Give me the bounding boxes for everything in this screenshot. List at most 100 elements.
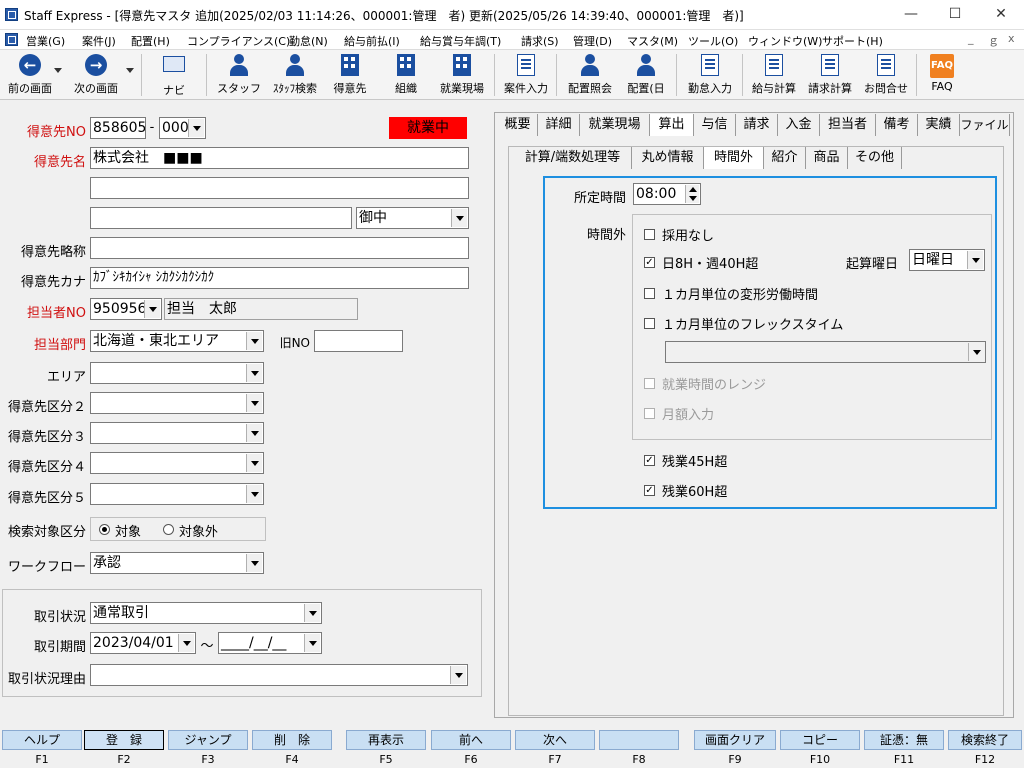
chevron-down-icon[interactable]	[246, 454, 262, 472]
customer-no-input[interactable]: 858605	[90, 117, 146, 139]
staff-search-button[interactable]: ｽﾀｯﾌ検索	[266, 52, 324, 98]
f8-blank-button[interactable]	[599, 730, 679, 750]
chevron-down-icon[interactable]	[246, 424, 262, 442]
regular-hours-spinner[interactable]: 08:00	[633, 183, 701, 205]
billing-calc-button[interactable]: 請求計算	[802, 52, 858, 98]
menu-item-sales[interactable]: 営業(G)	[26, 33, 65, 49]
menu-item-window[interactable]: ウィンドウ(W)	[748, 33, 822, 49]
customer-button[interactable]: 得意先	[326, 52, 374, 98]
tab-payment[interactable]: 入金	[778, 114, 820, 136]
worksite-button[interactable]: 就業現場	[434, 52, 490, 98]
opt-none-checkbox[interactable]	[644, 229, 655, 240]
f11-voucher-button[interactable]: 証憑：無	[864, 730, 944, 750]
f10-copy-button[interactable]: コピー	[780, 730, 860, 750]
cat4-select[interactable]	[90, 452, 264, 474]
opt-monthly-variable-label[interactable]: １カ月単位の変形労働時間	[662, 284, 818, 303]
trade-to-date[interactable]: ____/__/__	[218, 632, 322, 654]
search-target-on-label[interactable]: 対象	[115, 521, 141, 540]
next-screen-button[interactable]: → 次の画面	[68, 52, 124, 98]
tab-product[interactable]: 商品	[806, 147, 848, 169]
customer-name-input[interactable]: 株式会社 ■■■	[90, 147, 469, 169]
menu-item-salary-advance[interactable]: 給与前払(I)	[344, 33, 400, 49]
flex-option-select[interactable]	[665, 341, 986, 363]
faq-button[interactable]: FAQ FAQ	[920, 52, 964, 98]
f6-previous-button[interactable]: 前へ	[431, 730, 511, 750]
menu-item-payroll[interactable]: 給与賞与年調(T)	[420, 33, 501, 49]
workflow-select[interactable]: 承認	[90, 552, 264, 574]
f3-jump-button[interactable]: ジャンプ	[168, 730, 248, 750]
f5-refresh-button[interactable]: 再表示	[346, 730, 426, 750]
ot60-checkbox[interactable]: ✓	[644, 485, 655, 496]
honorific-select[interactable]: 御中	[356, 207, 469, 229]
f1-help-button[interactable]: ヘルプ	[2, 730, 82, 750]
ot60-label[interactable]: 残業60H超	[662, 481, 727, 500]
chevron-down-icon[interactable]	[451, 209, 467, 227]
ot45-checkbox[interactable]: ✓	[644, 455, 655, 466]
tab-detail[interactable]: 詳細	[538, 114, 580, 136]
navi-button[interactable]: ナビ	[150, 52, 198, 98]
job-entry-button[interactable]: 案件入力	[498, 52, 554, 98]
abbr-input[interactable]	[90, 237, 469, 259]
trade-reason-select[interactable]	[90, 664, 468, 686]
chevron-down-icon[interactable]	[246, 364, 262, 382]
tab-notes[interactable]: 備考	[876, 114, 918, 136]
opt-8h40h-label[interactable]: 日8H・週40H超	[662, 253, 758, 272]
contact-button[interactable]: お問合せ	[858, 52, 914, 98]
area-select[interactable]	[90, 362, 264, 384]
payroll-calc-button[interactable]: 給与計算	[746, 52, 802, 98]
f7-next-button[interactable]: 次へ	[515, 730, 595, 750]
tab-credit[interactable]: 与信	[694, 114, 736, 136]
menu-item-billing[interactable]: 請求(S)	[521, 33, 559, 49]
tab-results[interactable]: 実績	[918, 114, 960, 136]
chevron-down-icon[interactable]	[304, 604, 320, 622]
tab-billing[interactable]: 請求	[736, 114, 778, 136]
cat5-select[interactable]	[90, 483, 264, 505]
menu-item-admin[interactable]: 管理(D)	[573, 33, 612, 49]
mdi-close-button[interactable]: x	[1008, 32, 1015, 45]
opt-8h40h-checkbox[interactable]: ✓	[644, 257, 655, 268]
f4-delete-button[interactable]: 削 除	[252, 730, 332, 750]
chevron-down-icon[interactable]	[246, 554, 262, 572]
next-dropdown-icon[interactable]	[126, 68, 134, 73]
opt-none-label[interactable]: 採用なし	[662, 225, 714, 244]
spinner-arrows-icon[interactable]	[685, 185, 699, 203]
chevron-down-icon[interactable]	[967, 251, 983, 269]
chevron-down-icon[interactable]	[188, 119, 204, 137]
tab-overtime[interactable]: 時間外	[704, 147, 764, 169]
mdi-minimize-button[interactable]: _	[968, 32, 974, 45]
menu-item-attendance[interactable]: 勤怠(N)	[289, 33, 328, 49]
tab-calculation[interactable]: 算出	[650, 114, 694, 136]
tab-worksite[interactable]: 就業現場	[580, 114, 650, 136]
menu-item-tools[interactable]: ツール(O)	[688, 33, 738, 49]
search-target-on-radio[interactable]	[99, 524, 110, 535]
menu-item-jobs[interactable]: 案件(J)	[82, 33, 116, 49]
prev-dropdown-icon[interactable]	[54, 68, 62, 73]
minimize-button[interactable]: —	[888, 0, 934, 28]
tab-overview[interactable]: 概要	[498, 114, 538, 136]
menu-item-master[interactable]: マスタ(M)	[627, 33, 678, 49]
cat2-select[interactable]	[90, 392, 264, 414]
opt-monthly-flex-label[interactable]: １カ月単位のフレックスタイム	[662, 314, 843, 333]
tab-referral[interactable]: 紹介	[764, 147, 806, 169]
dept-select[interactable]: 北海道・東北エリア	[90, 330, 264, 352]
cat3-select[interactable]	[90, 422, 264, 444]
chevron-down-icon[interactable]	[450, 666, 466, 684]
chevron-down-icon[interactable]	[968, 343, 984, 361]
tab-other[interactable]: その他	[848, 147, 902, 169]
prev-screen-button[interactable]: ← 前の画面	[2, 52, 58, 98]
organization-button[interactable]: 組織	[382, 52, 430, 98]
old-no-input[interactable]	[314, 330, 403, 352]
trade-status-select[interactable]: 通常取引	[90, 602, 322, 624]
kana-input[interactable]: ｶﾌﾞｼｷｶｲｼｬ ｼｶｸｼｶｸｼｶｸ	[90, 267, 469, 289]
trade-from-date[interactable]: 2023/04/01	[90, 632, 196, 654]
chevron-down-icon[interactable]	[144, 300, 160, 318]
maximize-button[interactable]: ☐	[932, 0, 978, 28]
ot45-label[interactable]: 残業45H超	[662, 451, 727, 470]
assignment-day-button[interactable]: 配置(日	[622, 52, 670, 98]
mdi-restore-button[interactable]: ｇ	[988, 32, 999, 48]
tab-contacts[interactable]: 担当者	[820, 114, 876, 136]
f2-register-button[interactable]: 登 録	[84, 730, 164, 750]
customer-name2-input[interactable]	[90, 177, 469, 199]
f12-end-search-button[interactable]: 検索終了	[948, 730, 1022, 750]
menu-item-assignment[interactable]: 配置(H)	[131, 33, 170, 49]
